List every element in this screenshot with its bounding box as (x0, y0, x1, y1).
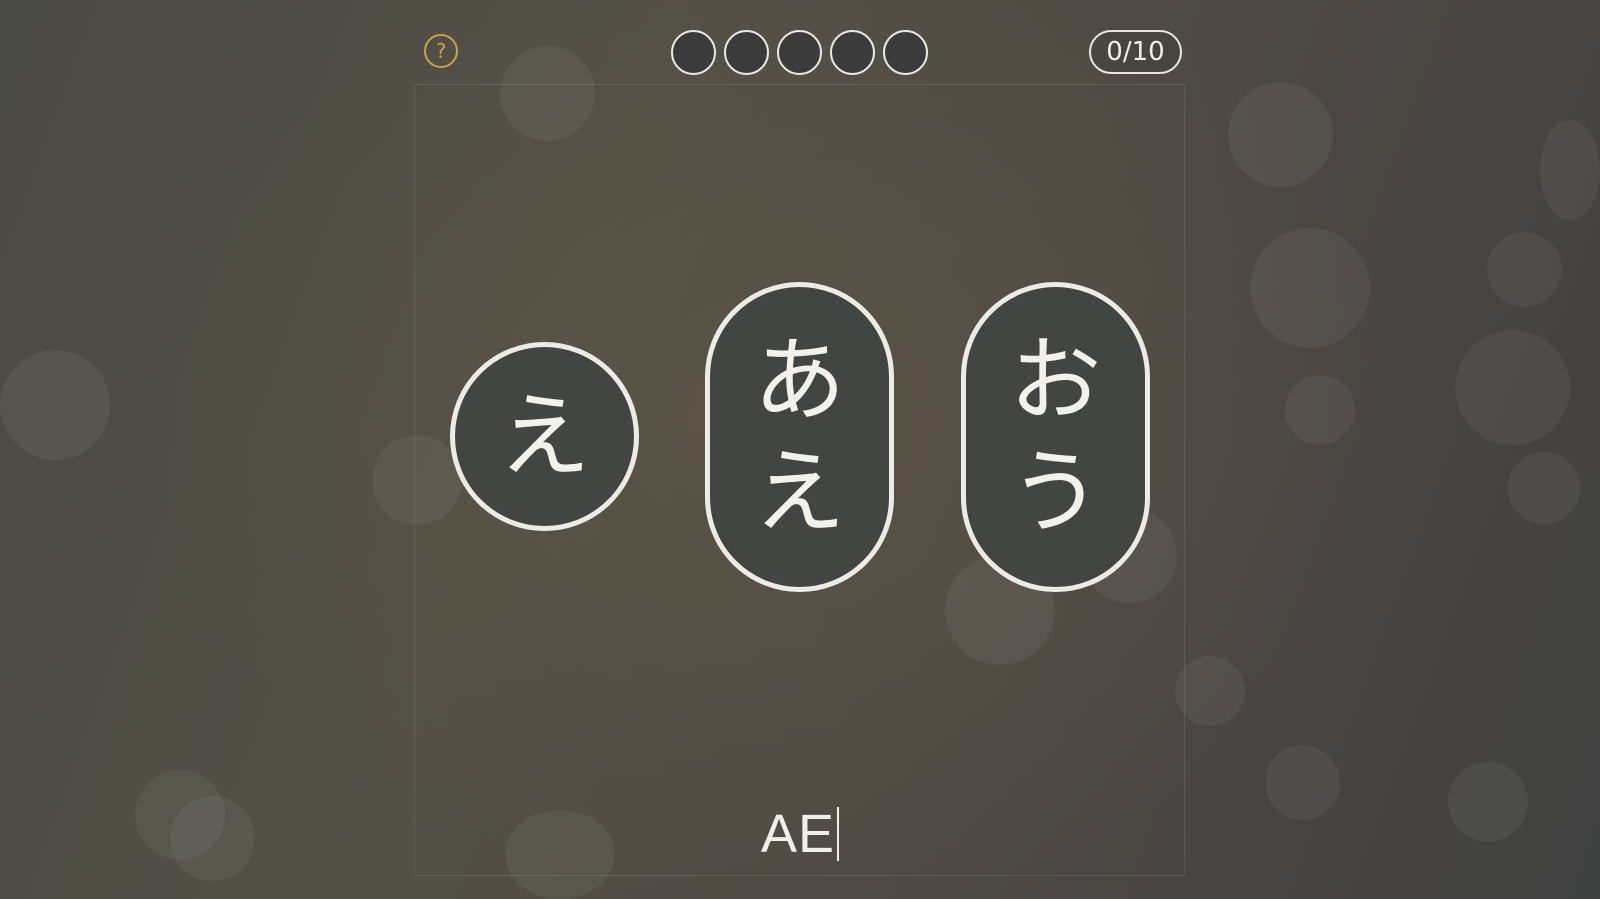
text-caret (837, 807, 840, 861)
progress-dot (724, 30, 769, 75)
bokeh-light (1508, 452, 1580, 524)
progress-dot (671, 30, 716, 75)
kana-char: お (1009, 327, 1102, 434)
bokeh-light (1455, 330, 1570, 445)
bokeh-light (1487, 232, 1562, 307)
score-counter: 0/10 (1089, 30, 1182, 74)
answer-input[interactable]: AE (0, 804, 1600, 864)
bokeh-light (0, 350, 110, 460)
kana-char: え (753, 439, 846, 546)
answer-text: AE (760, 804, 836, 864)
progress-dot (777, 30, 822, 75)
kana-tile-e[interactable]: え (450, 342, 639, 531)
bokeh-light (1250, 228, 1370, 348)
score-counter-text: 0/10 (1106, 37, 1165, 67)
kana-tile-ou[interactable]: お う (961, 282, 1150, 592)
bokeh-light (1228, 82, 1333, 187)
progress-dot (883, 30, 928, 75)
kana-tile-ae[interactable]: あ え (705, 282, 894, 592)
kana-char: あ (753, 327, 846, 434)
bokeh-light (1540, 120, 1600, 220)
progress-dot (830, 30, 875, 75)
kana-char: う (1009, 439, 1102, 546)
kana-char: え (498, 382, 591, 490)
help-button[interactable]: ? (424, 34, 458, 68)
bokeh-light (1285, 375, 1355, 445)
progress-dots (671, 30, 928, 75)
bokeh-light (1175, 656, 1245, 726)
help-icon: ? (435, 39, 447, 63)
